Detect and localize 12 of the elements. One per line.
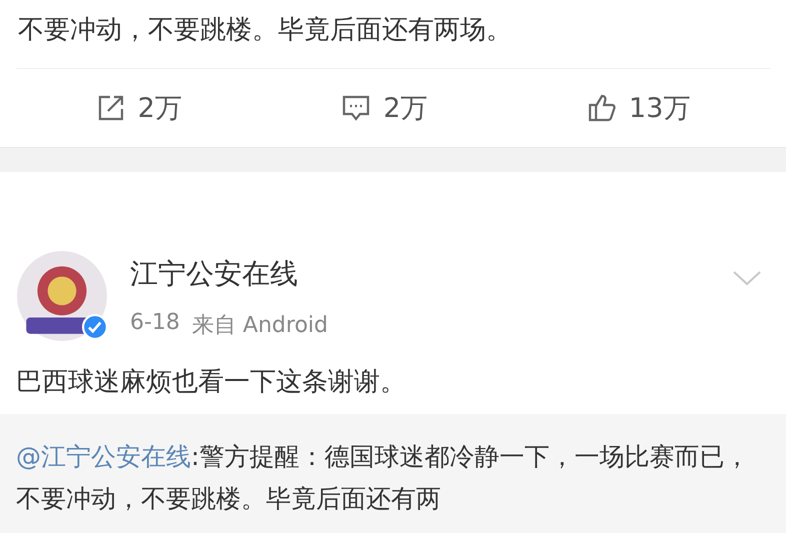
thumbs-up-icon: [586, 93, 617, 123]
post-text: 巴西球迷麻烦也看一下这条谢谢。: [16, 366, 407, 399]
comment-icon: [341, 93, 372, 123]
action-button[interactable]: 2万: [341, 90, 428, 126]
avatar-icon[interactable]: [16, 250, 108, 342]
action-button[interactable]: 2万: [96, 90, 182, 126]
action-button[interactable]: 13万: [586, 90, 690, 126]
post-text: 不要冲动，不要跳楼。毕竟后面还有两场。: [17, 14, 513, 47]
post-source: 来自 Android: [192, 312, 328, 340]
author-name[interactable]: 江宁公安在线: [130, 256, 732, 292]
post-date: 6-18: [130, 310, 180, 337]
repost-text: @江宁公安在线:警方提醒：德国球迷都冷静一下，一场比赛而已，不要冲动，不要跳楼。毕竟后面还有两: [16, 441, 750, 515]
